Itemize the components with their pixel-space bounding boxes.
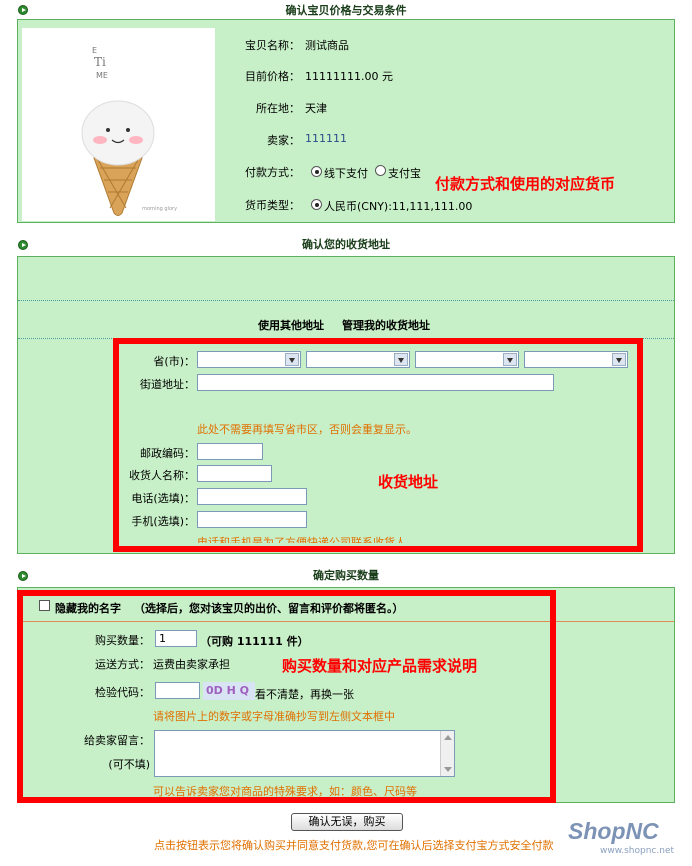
currency-label: 货币类型：	[245, 199, 300, 212]
use-other-address-link[interactable]: 使用其他地址	[258, 317, 324, 333]
price-value: 11111111.00 元	[305, 70, 393, 83]
payment-offline-label[interactable]: 线下支付	[324, 165, 368, 181]
image-text: Ti	[94, 55, 106, 69]
section-title-price: 确认宝贝价格与交易条件	[285, 4, 407, 17]
payment-alipay-label[interactable]: 支付宝	[388, 165, 421, 181]
currency-radio[interactable]	[311, 199, 322, 210]
manage-address-link[interactable]: 管理我的收货地址	[342, 317, 430, 333]
quantity-highlight-box	[17, 590, 556, 803]
image-caption: morning glory	[142, 206, 177, 212]
currency-value: 人民币(CNY):11,111,111.00	[324, 200, 473, 213]
product-image: E Ti ME morning glory	[22, 28, 215, 221]
payment-offline-radio[interactable]	[311, 166, 322, 177]
payment-alipay-radio[interactable]	[375, 165, 386, 176]
item-name-value: 测试商品	[305, 39, 349, 52]
shopnc-url: www.shopnc.net	[600, 846, 675, 856]
footer-note: 点击按钮表示您将确认购买并同意支付货款,您可在确认后选择支付宝方式安全付款	[154, 839, 554, 852]
payment-annotation: 付款方式和使用的对应货币	[435, 175, 616, 193]
svg-text:E: E	[92, 46, 97, 55]
payment-label: 付款方式：	[245, 166, 300, 179]
svg-text:ME: ME	[96, 71, 108, 80]
confirm-button-label: 确认无误，购买	[308, 815, 386, 828]
price-label: 目前价格：	[245, 70, 300, 83]
seller-value: 111111	[305, 132, 347, 145]
location-label: 所在地：	[256, 102, 300, 115]
address-annotation: 收货地址	[378, 473, 439, 491]
seller-label: 卖家：	[267, 134, 300, 147]
section-title-quantity: 确定购买数量	[313, 569, 379, 582]
shopnc-logo: ShopNC	[568, 818, 659, 844]
location-value: 天津	[305, 102, 327, 115]
address-highlight-box	[113, 338, 643, 552]
confirm-purchase-button[interactable]: 确认无误，购买	[291, 813, 403, 831]
divider	[18, 300, 674, 301]
item-name-label: 宝贝名称：	[245, 39, 300, 52]
section-title-address: 确认您的收货地址	[302, 238, 390, 251]
